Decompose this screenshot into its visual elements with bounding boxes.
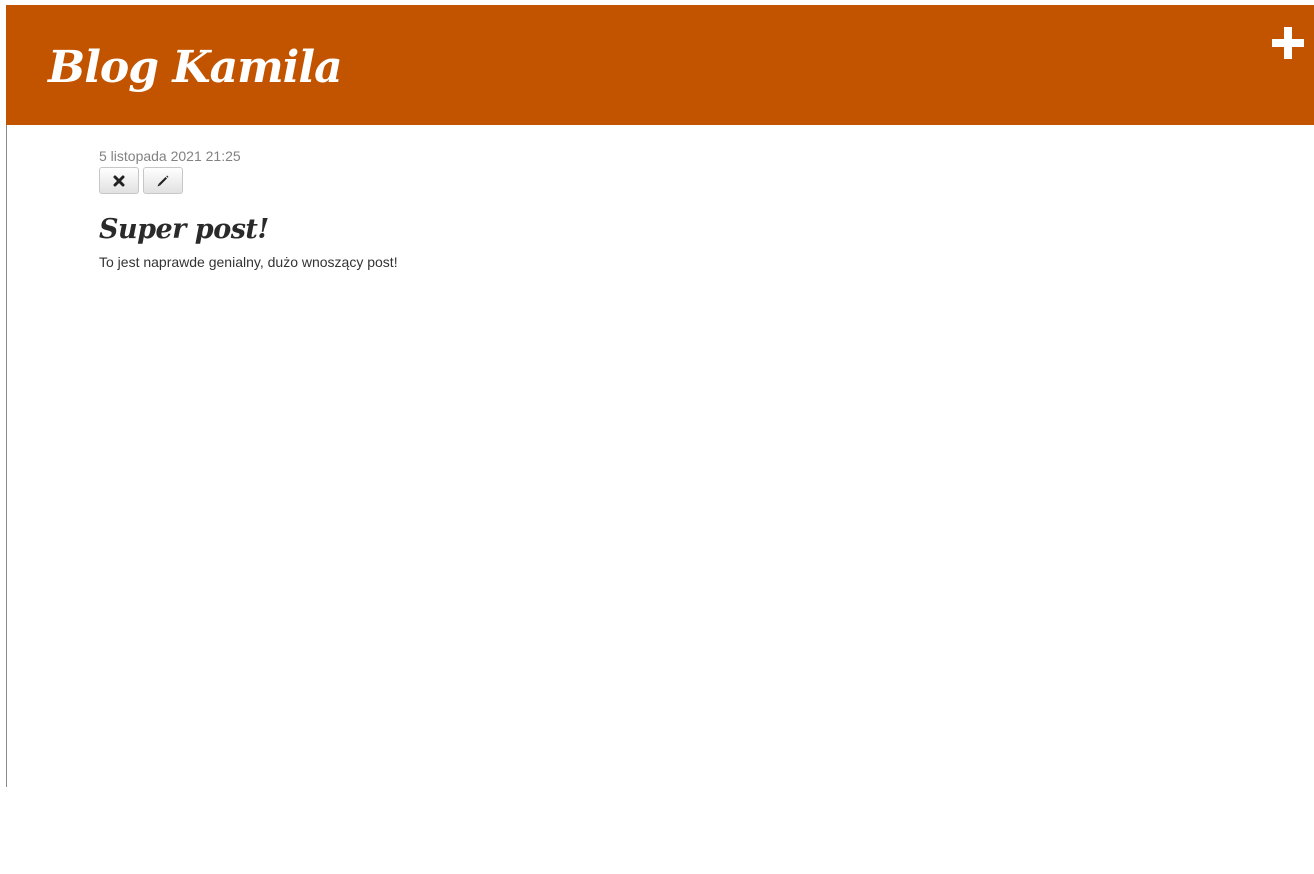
edit-post-button[interactable] bbox=[143, 167, 183, 194]
page-header: Blog Kamila bbox=[6, 5, 1314, 125]
plus-icon bbox=[1272, 27, 1304, 59]
pencil-icon bbox=[156, 174, 170, 188]
delete-post-button[interactable] bbox=[99, 167, 139, 194]
add-post-button[interactable] bbox=[1272, 27, 1304, 59]
remove-icon bbox=[113, 175, 125, 187]
site-title[interactable]: Blog Kamila bbox=[48, 38, 343, 98]
post-body: To jest naprawde genialny, dużo wnoszący… bbox=[99, 254, 398, 270]
post: 5 listopada 2021 21:25 Super post! To je… bbox=[99, 148, 1199, 272]
post-actions bbox=[99, 167, 1199, 194]
page: Blog Kamila 5 listopada 2021 21:25 Super… bbox=[0, 0, 1314, 874]
post-title[interactable]: Super post! bbox=[99, 212, 1199, 248]
post-date: 5 listopada 2021 21:25 bbox=[99, 148, 241, 164]
